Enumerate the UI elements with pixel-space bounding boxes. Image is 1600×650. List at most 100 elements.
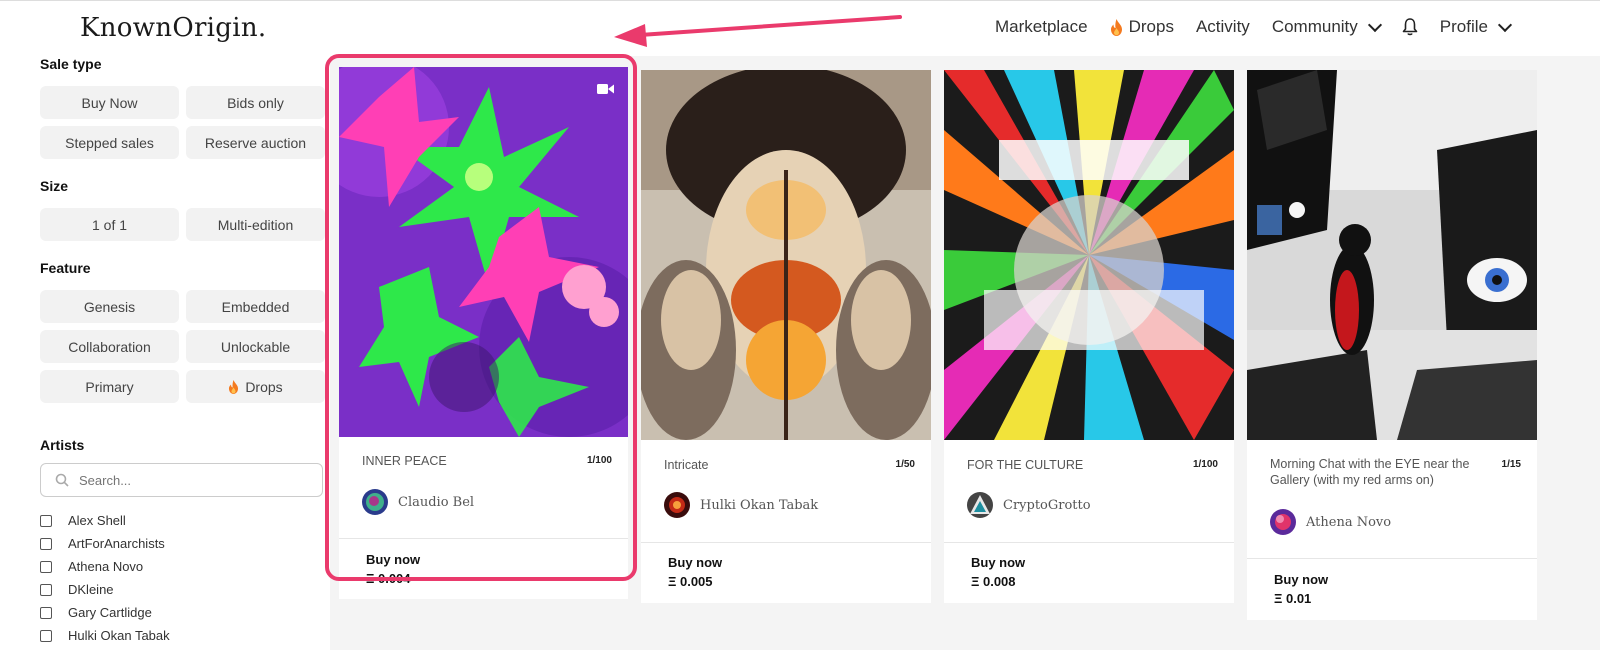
chevron-down-icon bbox=[1497, 17, 1513, 32]
artist-filter-label: DKleine bbox=[68, 582, 114, 597]
search-icon bbox=[55, 473, 69, 487]
flame-icon bbox=[229, 379, 239, 394]
card-divider bbox=[944, 542, 1234, 543]
feature-options: Genesis Embedded Collaboration Unlockabl… bbox=[40, 290, 330, 403]
filter-drops-button[interactable]: Drops bbox=[186, 370, 325, 403]
edition-count: 1/15 bbox=[1501, 459, 1521, 470]
artist-filter-artforanarchists[interactable]: ArtForAnarchists bbox=[40, 532, 330, 555]
price-label: Ξ 0.008 bbox=[971, 574, 1016, 589]
artist-filter-label: Hulki Okan Tabak bbox=[68, 628, 170, 643]
artist-filter-label: ArtForAnarchists bbox=[68, 536, 165, 551]
artwork-image[interactable] bbox=[1247, 70, 1537, 440]
filter-embedded-button[interactable]: Embedded bbox=[186, 290, 325, 323]
price-label: Ξ 0.005 bbox=[668, 574, 713, 589]
edition-count: 1/100 bbox=[586, 455, 612, 466]
artist-filter-dkleine[interactable]: DKleine bbox=[40, 578, 330, 601]
nav-profile-label: Profile bbox=[1439, 17, 1488, 36]
filter-genesis-button[interactable]: Genesis bbox=[40, 290, 179, 323]
nav-drops-label: Drops bbox=[1128, 17, 1174, 36]
artist-filter-alex-shell[interactable]: Alex Shell bbox=[40, 509, 330, 532]
artist-filter-label: Gary Cartlidge bbox=[68, 605, 152, 620]
video-icon bbox=[597, 84, 614, 94]
filter-reserve-auction-button[interactable]: Reserve auction bbox=[186, 126, 325, 159]
checkbox[interactable] bbox=[40, 629, 52, 642]
size-options: 1 of 1 Multi-edition bbox=[40, 208, 330, 241]
artist-link[interactable]: Claudio Bel bbox=[362, 489, 474, 515]
artwork-card-inner-peace[interactable]: INNER PEACE 1/100 Claudio Bel Buy now Ξ … bbox=[339, 67, 628, 599]
checkbox[interactable] bbox=[40, 514, 52, 527]
artwork-image[interactable] bbox=[944, 70, 1234, 440]
price-label: Ξ 0.01 bbox=[1274, 591, 1312, 606]
checkbox[interactable] bbox=[40, 560, 52, 573]
artwork-title[interactable]: Morning Chat with the EYE near the Galle… bbox=[1270, 456, 1495, 488]
card-divider bbox=[641, 542, 931, 543]
feature-title: Feature bbox=[40, 260, 91, 276]
filter-unlockable-button[interactable]: Unlockable bbox=[186, 330, 325, 363]
price-label: Ξ 0.004 bbox=[366, 571, 411, 586]
nav-activity[interactable]: Activity bbox=[1196, 17, 1250, 37]
knownorigin-logo[interactable]: KnownOrigin. bbox=[80, 13, 266, 43]
artists-title: Artists bbox=[40, 437, 85, 453]
artist-search-field[interactable] bbox=[40, 463, 323, 497]
nav-community-label: Community bbox=[1271, 17, 1358, 36]
edition-count: 1/100 bbox=[1192, 459, 1218, 470]
artwork-card-for-the-culture[interactable]: FOR THE CULTURE 1/100 CryptoGrotto Buy n… bbox=[944, 70, 1234, 603]
nav-drops[interactable]: Drops bbox=[1110, 17, 1174, 37]
artist-link[interactable]: Athena Novo bbox=[1270, 509, 1391, 535]
card-divider bbox=[1247, 558, 1537, 559]
artwork-title[interactable]: FOR THE CULTURE bbox=[967, 457, 1177, 473]
nav-marketplace[interactable]: Marketplace bbox=[995, 17, 1088, 37]
artist-name: Hulki Okan Tabak bbox=[700, 497, 819, 513]
bell-icon[interactable] bbox=[1402, 18, 1418, 36]
card-divider bbox=[339, 538, 628, 539]
sale-type-title: Sale type bbox=[40, 56, 102, 72]
size-title: Size bbox=[40, 178, 69, 194]
flame-icon bbox=[1110, 18, 1122, 36]
edition-count: 1/50 bbox=[895, 459, 915, 470]
artist-link[interactable]: Hulki Okan Tabak bbox=[664, 492, 818, 518]
filter-stepped-sales-button[interactable]: Stepped sales bbox=[40, 126, 179, 159]
buy-now-label[interactable]: Buy now bbox=[668, 555, 722, 570]
avatar bbox=[967, 492, 993, 518]
artist-filter-label: Athena Novo bbox=[68, 559, 144, 574]
chevron-down-icon bbox=[1367, 17, 1382, 32]
artist-name: Athena Novo bbox=[1306, 514, 1392, 530]
buy-now-label[interactable]: Buy now bbox=[366, 552, 420, 567]
artwork-card-morning-chat[interactable]: Morning Chat with the EYE near the Galle… bbox=[1247, 70, 1537, 620]
main-nav: Marketplace Drops Activity Community Pro… bbox=[995, 17, 1532, 37]
filter-collaboration-button[interactable]: Collaboration bbox=[40, 330, 179, 363]
nav-activity-label: Activity bbox=[1195, 17, 1250, 36]
artist-filter-gary-cartlidge[interactable]: Gary Cartlidge bbox=[40, 601, 330, 624]
buy-now-label[interactable]: Buy now bbox=[1274, 572, 1328, 587]
filter-drops-label: Drops bbox=[245, 378, 283, 395]
filter-buy-now-button[interactable]: Buy Now bbox=[40, 86, 179, 119]
avatar bbox=[362, 489, 388, 515]
artwork-image[interactable] bbox=[641, 70, 931, 440]
artwork-title[interactable]: Intricate bbox=[664, 457, 874, 473]
filter-multi-edition-button[interactable]: Multi-edition bbox=[186, 208, 325, 241]
sale-type-options: Buy Now Bids only Stepped sales Reserve … bbox=[40, 86, 330, 159]
checkbox[interactable] bbox=[40, 583, 52, 596]
artist-filter-label: Alex Shell bbox=[68, 513, 126, 528]
artist-name: Claudio Bel bbox=[398, 494, 475, 510]
artwork-card-intricate[interactable]: Intricate 1/50 Hulki Okan Tabak Buy now … bbox=[641, 70, 931, 603]
buy-now-label[interactable]: Buy now bbox=[971, 555, 1025, 570]
checkbox[interactable] bbox=[40, 606, 52, 619]
artist-checkbox-list: Alex Shell ArtForAnarchists Athena Novo … bbox=[40, 509, 330, 647]
top-navigation-bar: KnownOrigin. Marketplace Drops Activity … bbox=[0, 0, 1600, 56]
artwork-title[interactable]: INNER PEACE bbox=[362, 453, 572, 469]
artist-filter-athena-novo[interactable]: Athena Novo bbox=[40, 555, 330, 578]
artist-link[interactable]: CryptoGrotto bbox=[967, 492, 1091, 518]
filter-1-of-1-button[interactable]: 1 of 1 bbox=[40, 208, 179, 241]
nav-profile[interactable]: Profile bbox=[1439, 17, 1513, 37]
filter-primary-button[interactable]: Primary bbox=[40, 370, 179, 403]
filter-sidebar: Sale type Buy Now Bids only Stepped sale… bbox=[40, 56, 330, 647]
avatar bbox=[664, 492, 690, 518]
artist-name: CryptoGrotto bbox=[1003, 497, 1091, 513]
artwork-image[interactable] bbox=[339, 67, 628, 437]
artist-search-input[interactable] bbox=[79, 472, 279, 488]
artist-filter-hulki-okan-tabak[interactable]: Hulki Okan Tabak bbox=[40, 624, 330, 647]
filter-bids-only-button[interactable]: Bids only bbox=[186, 86, 325, 119]
nav-community[interactable]: Community bbox=[1271, 17, 1382, 37]
checkbox[interactable] bbox=[40, 537, 52, 550]
